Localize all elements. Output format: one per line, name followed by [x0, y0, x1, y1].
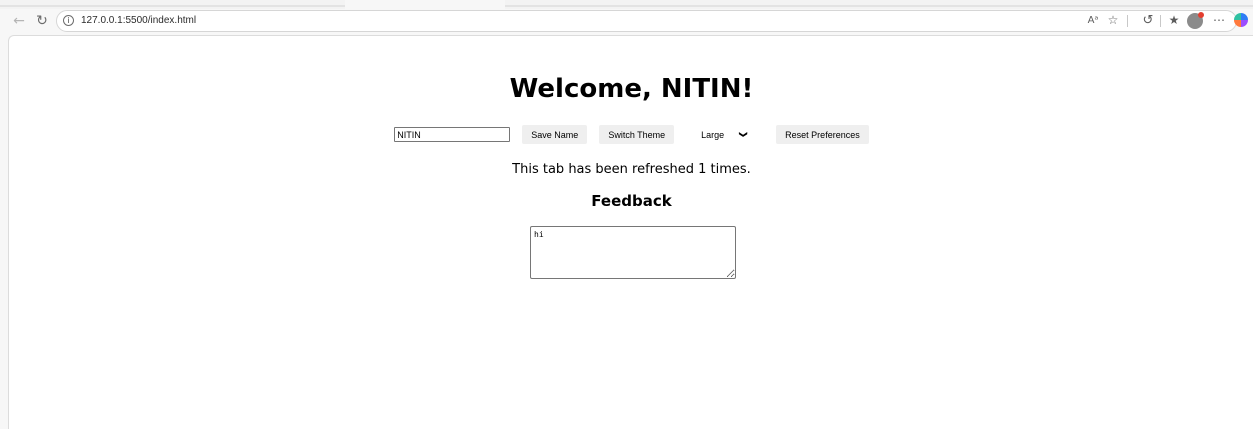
- back-arrow-icon[interactable]: ←: [10, 12, 28, 30]
- info-icon[interactable]: i: [63, 15, 74, 26]
- feedback-textarea[interactable]: hi: [530, 226, 736, 279]
- name-input[interactable]: [394, 127, 511, 142]
- more-options-icon[interactable]: ⋯: [1212, 12, 1226, 28]
- page-viewport: Welcome, NITIN! Save Name Switch Theme L…: [8, 35, 1253, 429]
- chevron-down-icon: ❯: [739, 131, 749, 138]
- extensions-icon[interactable]: ↺: [1140, 12, 1156, 28]
- font-size-value: Large: [701, 129, 725, 140]
- browser-toolbar: ← ↻ i 127.0.0.1:5500/index.html Aᵃ ☆ ↺ ★…: [0, 9, 1253, 34]
- feedback-heading: Feedback: [591, 192, 672, 210]
- tab-divider: [0, 5, 345, 7]
- star-icon[interactable]: ☆: [1105, 12, 1121, 28]
- notification-dot: [1198, 12, 1204, 18]
- tab-divider: [505, 5, 1253, 7]
- toolbar-divider: [1160, 15, 1161, 27]
- read-aloud-icon[interactable]: Aᵃ: [1085, 12, 1101, 28]
- reload-icon[interactable]: ↻: [33, 12, 51, 30]
- url-text[interactable]: 127.0.0.1:5500/index.html: [81, 15, 196, 26]
- tab-strip: [0, 0, 1253, 9]
- active-tab[interactable]: [345, 0, 505, 9]
- refresh-count-text: This tab has been refreshed 1 times.: [512, 162, 751, 177]
- welcome-heading: Welcome, NITIN!: [509, 74, 754, 104]
- favorites-icon[interactable]: ★: [1166, 12, 1182, 28]
- address-bar[interactable]: i 127.0.0.1:5500/index.html: [56, 10, 1237, 32]
- copilot-icon[interactable]: [1234, 13, 1248, 27]
- toolbar-divider: [1127, 15, 1128, 27]
- save-name-button[interactable]: Save Name: [522, 125, 588, 144]
- font-size-select[interactable]: Large ❯: [686, 125, 764, 144]
- reset-preferences-button[interactable]: Reset Preferences: [776, 125, 869, 144]
- switch-theme-button[interactable]: Switch Theme: [599, 125, 675, 144]
- preferences-controls: Save Name Switch Theme Large ❯ Reset Pre…: [9, 125, 1253, 144]
